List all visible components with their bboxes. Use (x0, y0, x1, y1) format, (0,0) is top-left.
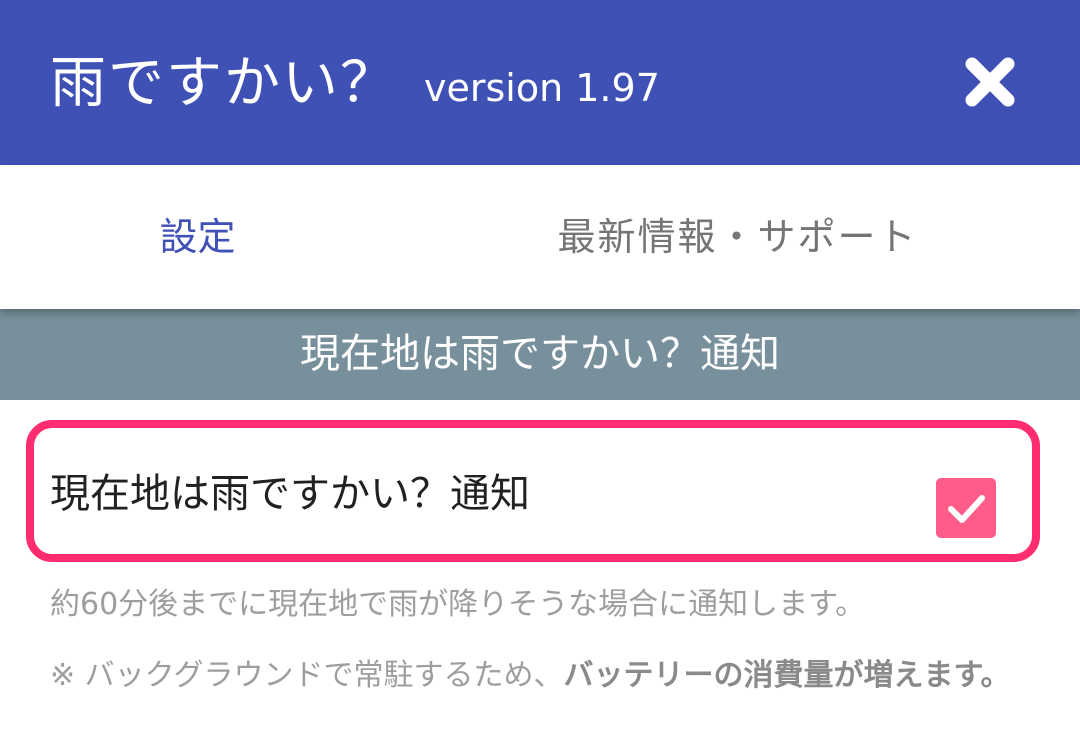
rain-notification-checkbox[interactable] (936, 478, 996, 538)
check-icon (948, 495, 985, 523)
tab-settings[interactable]: 設定 (0, 165, 395, 309)
tab-bar: 設定 最新情報・サポート (0, 165, 1080, 309)
close-icon (965, 57, 1015, 107)
battery-note: ※ バックグラウンドで常駐するため、バッテリーの消費量が増えます。 (50, 654, 1050, 698)
close-button[interactable] (958, 50, 1022, 114)
tab-news-support[interactable]: 最新情報・サポート (395, 165, 1080, 309)
setting-label: 現在地は雨ですかい？通知 (50, 471, 530, 517)
battery-note-emphasis: バッテリーの消費量が増えます。 (563, 658, 1011, 693)
app-name: 雨ですかい？ (50, 51, 398, 116)
title-bar: 雨ですかい？ version 1.97 (0, 0, 1080, 165)
battery-note-text: ※ バックグラウンドで常駐するため、 (50, 658, 564, 693)
section-header: 現在地は雨ですかい？通知 (0, 309, 1080, 400)
setting-description: 約60分後までに現在地で雨が降りそうな場合に通知します。 (50, 587, 866, 622)
rain-notification-setting-row[interactable]: 現在地は雨ですかい？通知 (40, 432, 1040, 552)
settings-screen: 雨ですかい？ version 1.97 設定 最新情報・サポート 現在地は雨です… (0, 0, 1080, 744)
app-version: version 1.97 (424, 66, 660, 110)
